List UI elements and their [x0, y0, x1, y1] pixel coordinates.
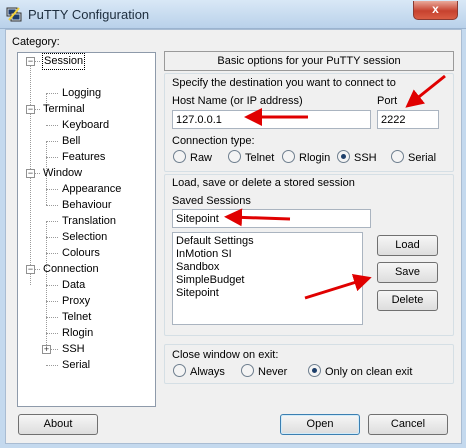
- tree-item-translation[interactable]: Translation: [62, 214, 116, 229]
- title-bar[interactable]: PuTTY Configuration x: [0, 0, 466, 29]
- tree-item-window[interactable]: Window: [43, 166, 82, 181]
- saved-session-input[interactable]: Sitepoint: [172, 209, 371, 228]
- tree-item-selection[interactable]: Selection: [62, 230, 107, 245]
- collapse-terminal-icon[interactable]: −: [26, 105, 35, 114]
- tree-item-serial[interactable]: Serial: [62, 358, 90, 373]
- saved-sessions-label: Saved Sessions: [172, 195, 251, 207]
- radio-icon: [173, 364, 186, 377]
- category-label: Category:: [12, 36, 60, 48]
- radio-serial[interactable]: Serial: [391, 150, 436, 164]
- open-button[interactable]: Open: [280, 414, 360, 435]
- radio-rlogin[interactable]: Rlogin: [282, 150, 330, 164]
- radio-always[interactable]: Always: [173, 364, 225, 378]
- radio-icon: [391, 150, 404, 163]
- tree-item-behaviour[interactable]: Behaviour: [62, 198, 112, 213]
- connection-type-label: Connection type:: [172, 135, 255, 147]
- tree-item-logging[interactable]: Logging: [62, 86, 101, 101]
- tree-item-bell[interactable]: Bell: [62, 134, 80, 149]
- tree-item-rlogin[interactable]: Rlogin: [62, 326, 93, 341]
- close-on-exit-label: Close window on exit:: [172, 349, 279, 361]
- tree-item-connection[interactable]: Connection: [43, 262, 99, 277]
- tree-item-terminal[interactable]: Terminal: [43, 102, 85, 117]
- sessions-title: Load, save or delete a stored session: [172, 177, 355, 189]
- radio-raw[interactable]: Raw: [173, 150, 212, 164]
- dialog-client-area: Category: − − − − + Session Logging Term…: [5, 29, 462, 444]
- port-label: Port: [377, 95, 398, 107]
- collapse-connection-icon[interactable]: −: [26, 265, 35, 274]
- tree-item-proxy[interactable]: Proxy: [62, 294, 90, 309]
- load-button[interactable]: Load: [377, 235, 438, 256]
- save-button[interactable]: Save: [377, 262, 438, 283]
- radio-icon: [282, 150, 295, 163]
- list-item[interactable]: InMotion SI: [176, 248, 359, 261]
- radio-never[interactable]: Never: [241, 364, 287, 378]
- tree-item-telnet[interactable]: Telnet: [62, 310, 91, 325]
- tree-item-session[interactable]: Session: [41, 53, 86, 70]
- expand-ssh-icon[interactable]: +: [42, 345, 51, 354]
- tree-item-keyboard[interactable]: Keyboard: [62, 118, 109, 133]
- category-tree[interactable]: − − − − + Session Logging Terminal Keybo…: [17, 52, 156, 407]
- radio-icon: [173, 150, 186, 163]
- radio-selected-icon: [308, 364, 321, 377]
- host-name-input[interactable]: 127.0.0.1: [172, 110, 371, 129]
- collapse-session-icon[interactable]: −: [26, 57, 35, 66]
- panel-header: Basic options for your PuTTY session: [164, 51, 454, 71]
- radio-telnet[interactable]: Telnet: [228, 150, 274, 164]
- saved-sessions-list[interactable]: Default Settings InMotion SI Sandbox Sim…: [172, 232, 363, 325]
- close-window-button[interactable]: x: [413, 1, 458, 20]
- about-button[interactable]: About: [18, 414, 98, 435]
- putty-app-icon: [6, 7, 22, 22]
- tree-item-colours[interactable]: Colours: [62, 246, 100, 261]
- radio-ssh[interactable]: SSH: [337, 150, 377, 164]
- list-item[interactable]: Sandbox: [176, 261, 359, 274]
- radio-only-on-clean-exit[interactable]: Only on clean exit: [308, 364, 412, 378]
- tree-item-ssh[interactable]: SSH: [62, 342, 85, 357]
- list-item[interactable]: Sitepoint: [176, 287, 359, 300]
- destination-title: Specify the destination you want to conn…: [172, 77, 396, 89]
- delete-button[interactable]: Delete: [377, 290, 438, 311]
- tree-item-data[interactable]: Data: [62, 278, 85, 293]
- tree-item-appearance[interactable]: Appearance: [62, 182, 121, 197]
- close-icon: x: [432, 2, 439, 16]
- port-input[interactable]: 2222: [377, 110, 439, 129]
- cancel-button[interactable]: Cancel: [368, 414, 448, 435]
- collapse-window-icon[interactable]: −: [26, 169, 35, 178]
- list-item[interactable]: Default Settings: [176, 235, 359, 248]
- tree-item-features[interactable]: Features: [62, 150, 105, 165]
- radio-icon: [228, 150, 241, 163]
- radio-icon: [241, 364, 254, 377]
- list-item[interactable]: SimpleBudget: [176, 274, 359, 287]
- window-title: PuTTY Configuration: [28, 7, 150, 22]
- radio-selected-icon: [337, 150, 350, 163]
- host-name-label: Host Name (or IP address): [172, 95, 303, 107]
